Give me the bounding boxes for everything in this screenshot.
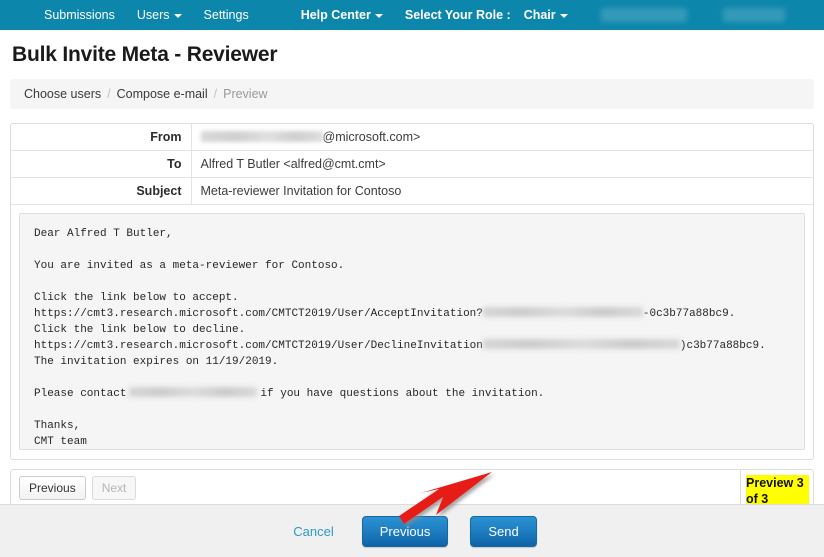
redacted-accept-token xyxy=(482,307,643,317)
body-blank-line xyxy=(34,242,790,258)
accept-url-suffix: -0c3b77a88bc9. xyxy=(642,308,736,320)
chevron-down-icon xyxy=(559,13,568,18)
body-line-intro: You are invited as a meta-reviewer for C… xyxy=(34,260,345,272)
contact-suffix: if you have questions about the invitati… xyxy=(260,388,545,400)
pager-previous-button[interactable]: Previous xyxy=(19,476,86,500)
accept-url-prefix: https://cmt3.research.microsoft.com/CMTC… xyxy=(34,308,483,320)
body-line-accept-prompt: Click the link below to accept. xyxy=(34,292,239,304)
nav-label-help-center: Help Center xyxy=(300,8,371,22)
redacted-contact-email xyxy=(129,387,258,397)
nav-item-help-center[interactable]: Help Center xyxy=(290,0,394,30)
subject-label: Subject xyxy=(11,177,192,205)
cancel-link[interactable]: Cancel xyxy=(287,520,339,543)
breadcrumb: Choose users / Compose e-mail / Preview xyxy=(10,79,814,109)
body-line-decline-url: https://cmt3.research.microsoft.com/CMTC… xyxy=(34,338,790,354)
email-to-row: To Alfred T Butler <alfred@cmt.cmt> xyxy=(11,150,813,178)
from-value: @microsoft.com> xyxy=(191,124,813,151)
subject-value: Meta-reviewer Invitation for Contoso xyxy=(200,184,402,198)
nav-label-users: Users xyxy=(136,8,170,22)
redacted-sender-address xyxy=(200,131,323,142)
redacted-account-name xyxy=(600,8,687,22)
page-title: Bulk Invite Meta - Reviewer xyxy=(12,43,278,66)
from-value-suffix: @microsoft.com> xyxy=(322,130,421,144)
pager-next-button: Next xyxy=(91,476,137,500)
body-blank-line xyxy=(34,370,790,386)
pager-button-group: Previous Next xyxy=(11,470,137,500)
nav-item-submissions[interactable]: Submissions xyxy=(33,0,126,30)
footer-action-bar: Cancel Previous Send xyxy=(0,504,824,557)
body-line-team: CMT team xyxy=(34,436,87,448)
body-line-accept-url: https://cmt3.research.microsoft.com/CMTC… xyxy=(34,306,790,322)
top-navbar: Submissions Users Settings Help Center S… xyxy=(0,0,824,30)
decline-url-suffix: )c3b77a88bc9. xyxy=(679,340,766,352)
breadcrumb-step-compose-email[interactable]: Compose e-mail xyxy=(117,87,208,101)
email-preview-panel: From @microsoft.com> To Alfred T Butler … xyxy=(10,123,814,460)
nav-item-settings[interactable]: Settings xyxy=(193,0,260,30)
redacted-decline-token xyxy=(482,339,680,349)
footer-previous-button[interactable]: Previous xyxy=(361,515,449,547)
contact-prefix: Please contact xyxy=(34,388,127,400)
send-button[interactable]: Send xyxy=(470,515,537,547)
body-line-signoff: Thanks, xyxy=(34,420,81,432)
breadcrumb-separator: / xyxy=(107,87,111,101)
select-your-role-label: Select Your Role : xyxy=(404,8,511,22)
body-blank-line xyxy=(34,274,790,290)
decline-url-prefix: https://cmt3.research.microsoft.com/CMTC… xyxy=(34,340,483,352)
role-value-label: Chair xyxy=(523,8,556,22)
email-from-row: From @microsoft.com> xyxy=(11,124,813,151)
breadcrumb-separator: / xyxy=(213,87,218,101)
body-line-greeting: Dear Alfred T Butler, xyxy=(34,228,173,240)
breadcrumb-step-choose-users[interactable]: Choose users xyxy=(24,87,101,101)
body-line-decline-prompt: Click the link below to decline. xyxy=(34,324,246,336)
nav-label-settings: Settings xyxy=(203,8,249,22)
preview-counter-text: Preview 3 of 3 xyxy=(746,475,809,507)
to-label: To xyxy=(11,150,192,178)
redacted-nav-item xyxy=(722,8,785,22)
chevron-down-icon xyxy=(374,13,383,18)
body-line-contact: Please contact if you have questions abou… xyxy=(34,386,790,402)
breadcrumb-step-preview: Preview xyxy=(223,87,268,101)
body-blank-line xyxy=(34,402,790,418)
to-value: Alfred T Butler <alfred@cmt.cmt> xyxy=(200,157,386,171)
email-header-table: From @microsoft.com> To Alfred T Butler … xyxy=(11,124,813,205)
nav-label-submissions: Submissions xyxy=(44,8,115,22)
chevron-down-icon xyxy=(173,13,182,18)
email-body-wrapper: Dear Alfred T Butler, You are invited as… xyxy=(11,205,813,459)
nav-item-users[interactable]: Users xyxy=(126,0,193,30)
from-label: From xyxy=(11,124,192,151)
role-selector-chair[interactable]: Chair xyxy=(513,0,579,30)
email-subject-row: Subject Meta-reviewer Invitation for Con… xyxy=(11,177,813,205)
body-line-expiry: The invitation expires on 11/19/2019. xyxy=(34,356,279,368)
email-body-text: Dear Alfred T Butler, You are invited as… xyxy=(19,213,805,450)
